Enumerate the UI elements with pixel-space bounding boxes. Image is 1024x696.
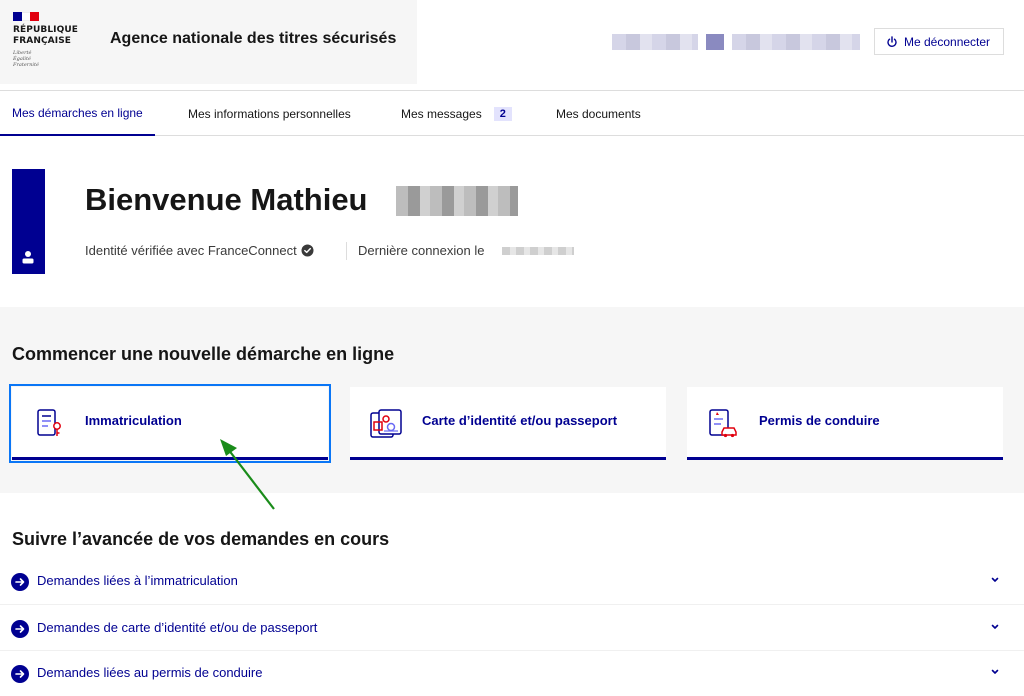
blurred-username [612,34,698,50]
follow-section-title: Suivre l’avancée de vos demandes en cour… [12,529,390,549]
card-permis-de-conduire[interactable]: Permis de conduire [687,387,1003,460]
accordion-label: Demandes liées au permis de conduire [37,665,263,680]
chevron-down-icon [991,577,999,582]
nav-label: Mes documents [556,106,641,121]
nav-label: Mes démarches en ligne [12,105,143,120]
nav-mes-demarches[interactable]: Mes démarches en ligne [0,91,155,136]
nav-label: Mes informations personnelles [188,106,351,121]
accordion-permis[interactable]: Demandes liées au permis de conduire [0,650,1024,696]
chevron-down-icon [991,669,999,674]
logout-button[interactable]: Me déconnecter [874,28,1004,55]
republic-line-2: FRANÇAISE [13,36,72,46]
start-section-title: Commencer une nouvelle démarche en ligne [12,344,395,364]
message-count-badge: 2 [493,106,512,121]
divider [346,242,347,260]
motto-fraternite: Fraternité [13,62,39,68]
card-carte-identite-passeport[interactable]: Carte d’identité et/ou passeport [350,387,666,460]
arrow-right-circle-icon [11,573,29,591]
nav-mes-informations[interactable]: Mes informations personnelles [188,91,351,136]
driving-licence-icon [709,409,737,438]
blurred-last-name [396,186,518,216]
welcome-title: Bienvenue Mathieu [85,182,368,217]
card-label: Immatriculation [85,413,182,428]
brand-block[interactable]: RÉPUBLIQUE FRANÇAISE Liberté Égalité Fra… [0,0,417,84]
agency-name: Agence nationale des titres sécurisés [110,30,397,47]
user-icon [22,251,34,264]
id-card-icon [370,409,402,438]
blurred-username-mark [706,34,724,50]
avatar [12,169,45,274]
power-icon [887,35,897,47]
identity-status: Identité vérifiée avec FranceConnect [85,243,314,258]
accordion-carte-identite[interactable]: Demandes de carte d’identité et/ou de pa… [0,605,1024,651]
card-immatriculation[interactable]: Immatriculation [9,384,331,463]
site-header: RÉPUBLIQUE FRANÇAISE Liberté Égalité Fra… [0,0,1024,91]
vehicle-registration-icon [37,409,61,436]
last-connection-label: Dernière connexion le [358,243,485,258]
nav-mes-messages[interactable]: Mes messages 2 [401,91,512,136]
marianne-flag-icon [13,12,39,21]
arrow-right-circle-icon [11,665,29,683]
logout-label: Me déconnecter [904,34,991,49]
main-nav: Mes démarches en ligne Mes informations … [0,91,1024,136]
blurred-email [732,34,860,50]
card-label: Permis de conduire [759,413,880,428]
nav-label: Mes messages [401,106,482,121]
card-label: Carte d’identité et/ou passeport [422,413,618,428]
identity-text: Identité vérifiée avec FranceConnect [85,243,297,258]
republic-line-1: RÉPUBLIQUE [13,25,79,35]
chevron-down-icon [991,624,999,629]
accordion-label: Demandes de carte d’identité et/ou de pa… [37,620,318,635]
start-procedure-section: Commencer une nouvelle démarche en ligne… [0,307,1024,493]
accordion-label: Demandes liées à l’immatriculation [37,573,238,588]
accordion-immatriculation[interactable]: Demandes liées à l’immatriculation [0,558,1024,604]
blurred-date [502,247,574,255]
nav-mes-documents[interactable]: Mes documents [556,91,641,136]
verified-check-icon [301,244,314,257]
arrow-right-circle-icon [11,620,29,638]
